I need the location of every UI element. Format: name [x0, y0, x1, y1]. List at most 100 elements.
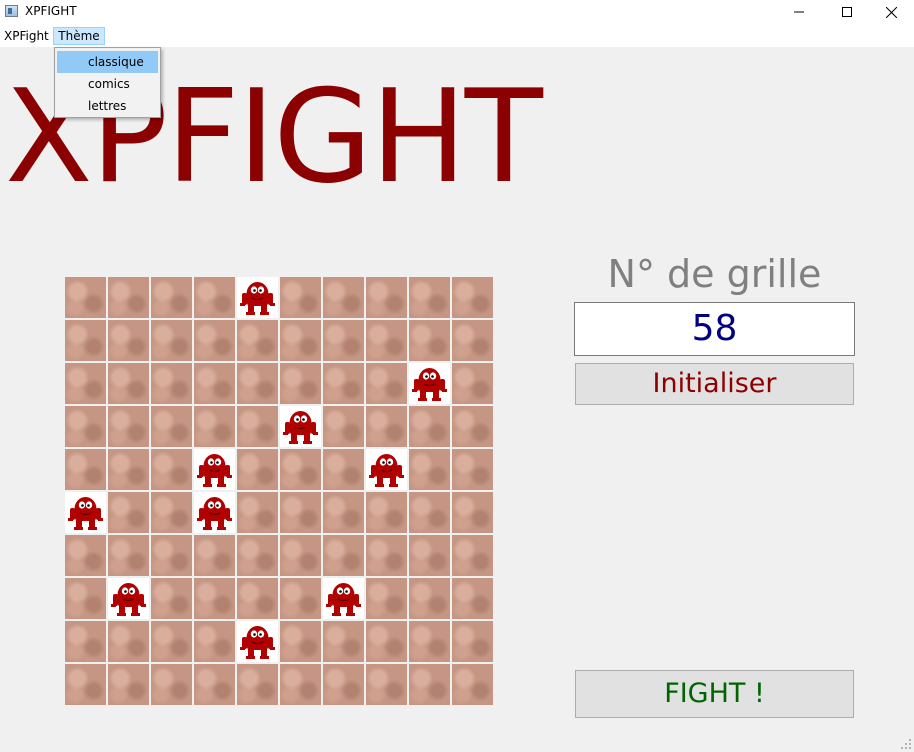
grid-cell[interactable] [65, 406, 106, 447]
grid-cell[interactable] [65, 363, 106, 404]
grid-cell[interactable] [366, 363, 407, 404]
grid-cell[interactable] [151, 449, 192, 490]
grid-cell[interactable] [194, 277, 235, 318]
grid-cell[interactable] [65, 578, 106, 619]
resize-grip-icon[interactable] [900, 738, 912, 750]
grid-cell[interactable] [151, 363, 192, 404]
grid-cell[interactable] [108, 363, 149, 404]
grid-cell[interactable] [452, 535, 493, 576]
maximize-button[interactable] [824, 0, 870, 24]
grid-cell[interactable] [323, 363, 364, 404]
grid-cell[interactable] [108, 621, 149, 662]
grid-cell-monster[interactable] [409, 363, 450, 404]
grid-cell[interactable] [108, 664, 149, 705]
menu-xpfight[interactable]: XPFight [0, 27, 53, 45]
grid-cell[interactable] [151, 664, 192, 705]
grid-cell[interactable] [237, 320, 278, 361]
grid-cell[interactable] [151, 578, 192, 619]
grid-cell[interactable] [366, 320, 407, 361]
theme-option-classique[interactable]: classique [57, 51, 158, 73]
grid-cell[interactable] [194, 535, 235, 576]
grid-cell[interactable] [409, 277, 450, 318]
grid-cell[interactable] [409, 664, 450, 705]
grid-cell[interactable] [409, 578, 450, 619]
grid-cell[interactable] [108, 535, 149, 576]
grid-cell[interactable] [237, 492, 278, 533]
grid-cell[interactable] [323, 406, 364, 447]
grid-cell[interactable] [366, 535, 407, 576]
grid-cell[interactable] [409, 535, 450, 576]
grid-cell[interactable] [151, 320, 192, 361]
grid-cell[interactable] [65, 664, 106, 705]
grid-cell[interactable] [366, 664, 407, 705]
grid-cell[interactable] [108, 320, 149, 361]
grid-cell-monster[interactable] [237, 277, 278, 318]
grid-cell[interactable] [65, 320, 106, 361]
grid-cell[interactable] [452, 621, 493, 662]
grid-cell-monster[interactable] [194, 449, 235, 490]
grid-cell[interactable] [452, 664, 493, 705]
grid-cell[interactable] [323, 277, 364, 318]
grid-cell[interactable] [452, 320, 493, 361]
grid-cell[interactable] [366, 406, 407, 447]
menu-theme[interactable]: Thème [53, 27, 105, 45]
grid-cell[interactable] [409, 320, 450, 361]
grid-cell[interactable] [194, 320, 235, 361]
grid-cell[interactable] [280, 664, 321, 705]
fight-button[interactable]: FIGHT ! [575, 670, 854, 718]
grid-cell[interactable] [280, 535, 321, 576]
grid-cell[interactable] [237, 664, 278, 705]
grid-cell-monster[interactable] [194, 492, 235, 533]
grid-cell[interactable] [65, 535, 106, 576]
theme-option-lettres[interactable]: lettres [57, 95, 158, 117]
grid-cell[interactable] [280, 320, 321, 361]
grid-cell[interactable] [366, 621, 407, 662]
grid-cell[interactable] [323, 449, 364, 490]
grid-cell-monster[interactable] [366, 449, 407, 490]
grid-cell[interactable] [280, 449, 321, 490]
grid-cell[interactable] [194, 578, 235, 619]
grid-cell[interactable] [366, 492, 407, 533]
grid-cell[interactable] [280, 621, 321, 662]
grid-cell[interactable] [194, 621, 235, 662]
grid-cell[interactable] [237, 535, 278, 576]
grid-cell[interactable] [108, 277, 149, 318]
grid-cell[interactable] [452, 492, 493, 533]
grid-cell[interactable] [366, 578, 407, 619]
grid-cell[interactable] [452, 406, 493, 447]
grid-cell[interactable] [151, 492, 192, 533]
close-button[interactable] [868, 0, 914, 24]
grid-cell[interactable] [452, 449, 493, 490]
grid-cell[interactable] [452, 578, 493, 619]
grid-cell[interactable] [65, 277, 106, 318]
grid-cell[interactable] [409, 492, 450, 533]
grid-number-field[interactable]: 58 [574, 302, 855, 356]
grid-cell[interactable] [366, 277, 407, 318]
grid-cell[interactable] [280, 492, 321, 533]
grid-cell[interactable] [237, 363, 278, 404]
grid-cell[interactable] [409, 621, 450, 662]
grid-cell[interactable] [194, 363, 235, 404]
theme-option-comics[interactable]: comics [57, 73, 158, 95]
grid-cell[interactable] [323, 320, 364, 361]
grid-cell[interactable] [452, 363, 493, 404]
grid-cell-monster[interactable] [280, 406, 321, 447]
grid-cell-monster[interactable] [237, 621, 278, 662]
grid-cell[interactable] [452, 277, 493, 318]
grid-cell[interactable] [108, 492, 149, 533]
grid-cell[interactable] [194, 664, 235, 705]
grid-cell[interactable] [65, 621, 106, 662]
grid-cell[interactable] [151, 406, 192, 447]
grid-cell[interactable] [323, 492, 364, 533]
grid-cell[interactable] [108, 449, 149, 490]
grid-cell[interactable] [280, 578, 321, 619]
grid-cell[interactable] [194, 406, 235, 447]
grid-cell[interactable] [108, 406, 149, 447]
grid-cell[interactable] [151, 535, 192, 576]
grid-cell-monster[interactable] [108, 578, 149, 619]
grid-cell[interactable] [323, 535, 364, 576]
minimize-button[interactable] [776, 0, 822, 24]
grid-cell[interactable] [237, 578, 278, 619]
grid-cell[interactable] [65, 449, 106, 490]
grid-cell[interactable] [151, 621, 192, 662]
